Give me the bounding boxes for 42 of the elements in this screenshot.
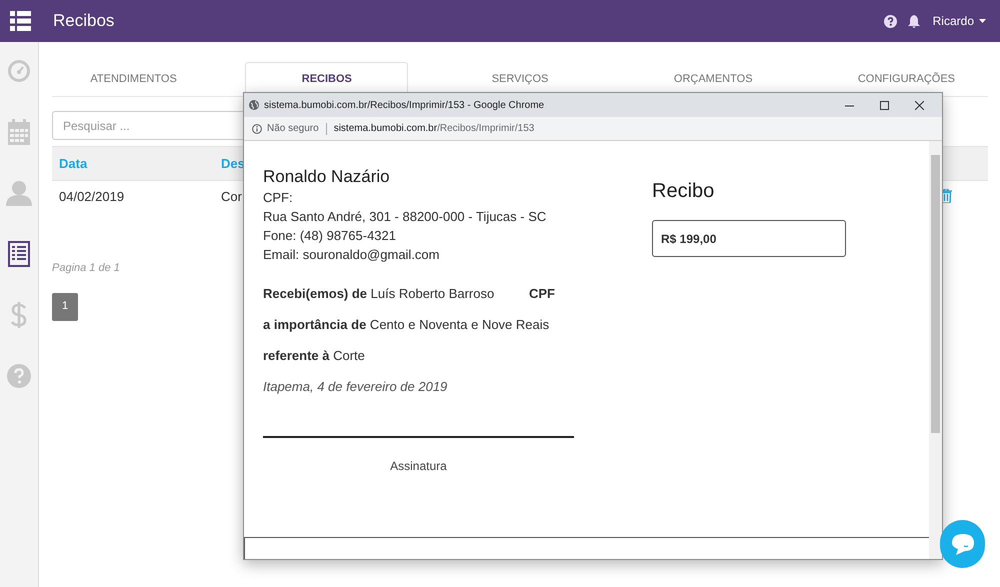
issuer-detail: Email: souronaldo@gmail.com [263,246,440,264]
signature-label: Assinatura [389,458,448,475]
receipt-heading: Recibo [652,179,716,204]
page-button[interactable]: 1 [52,292,78,320]
help-icon [7,364,31,388]
calendar-icon [8,119,30,145]
user-menu[interactable]: Ricardo [932,12,986,30]
sidebar-item[interactable] [5,240,33,268]
receipt-statement: a importância de Cento e Noventa e Nove Reais [263,316,550,334]
receipt-statement: Recebi(emos) de Luís Roberto Barroso [263,285,496,303]
security-label: Não seguro [267,122,319,136]
issuer-detail: CPF: [263,189,294,207]
receipt-date: Itapema, 4 de fevereiro de 2019 [263,378,448,396]
issuer-detail: Rua Santo André, 301 - 88200-000 - Tijucas - SC [263,208,548,226]
page-title: Recibos [53,10,114,32]
tab[interactable]: ATENDIMENTOS [52,62,216,97]
chat-bubble-icon [952,534,974,554]
caret-icon [979,19,986,23]
amount-box: R$ 199,00 [652,220,846,257]
tab[interactable]: SERVIÇOS [438,62,602,97]
globe-icon [249,100,259,110]
help-icon[interactable] [884,14,897,28]
menu-icon[interactable] [10,11,31,31]
receipt-statement: referente à Corte [263,347,366,365]
person-icon [6,180,32,206]
tab[interactable]: CONFIGURAÇÕES [824,62,988,97]
maximize-icon[interactable] [880,100,889,110]
bell-icon[interactable] [908,14,920,28]
gauge-icon [7,59,31,83]
pagination-summary: Pagina 1 de 1 [52,261,121,276]
window-title: sistema.bumobi.com.br/Recibos/Imprimir/153 - Google Chrome [264,98,544,112]
table-cell-text: Cor [221,188,242,206]
info-icon [252,124,262,134]
issuer-detail: Fone: (48) 98765-4321 [263,227,397,245]
close-icon[interactable] [915,100,924,110]
column-header[interactable]: Data [59,154,221,174]
table-cell-text: 04/02/2019 [59,188,126,206]
tab[interactable]: ORÇAMENTOS [632,62,795,97]
issuer-name: Ronaldo Nazário [263,166,391,188]
list-icon [8,241,30,267]
dollar-icon [11,301,27,329]
cpf-label: CPF [529,284,555,303]
